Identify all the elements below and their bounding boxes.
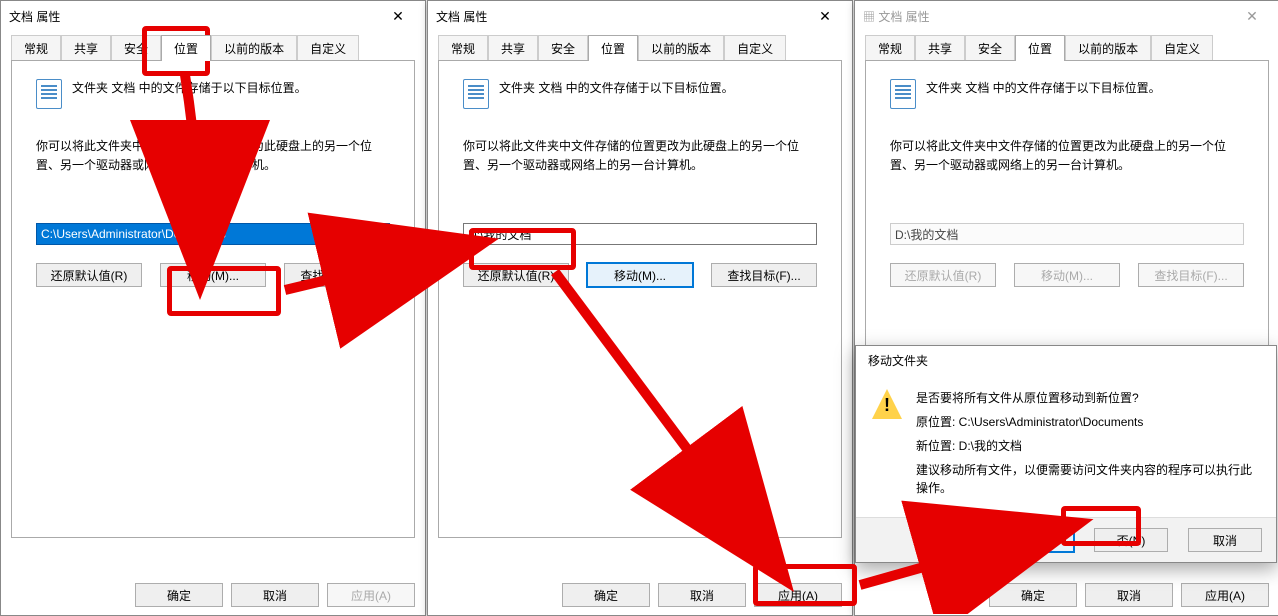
properties-dialog-2: 文档 属性 ✕ 常规 共享 安全 位置 以前的版本 自定义 文件夹 文档 中的文… [427,0,853,616]
tab-custom[interactable]: 自定义 [1151,35,1213,61]
restore-button[interactable]: 还原默认值(R) [36,263,142,287]
close-icon[interactable]: ✕ [1233,8,1271,25]
titlebar: ▦ 文档 属性 ✕ [855,1,1278,31]
new-location: 新位置: D:\我的文档 [916,437,1260,455]
restore-button: 还原默认值(R) [890,263,996,287]
confirm-question: 是否要将所有文件从原位置移动到新位置? [916,389,1260,407]
tabs: 常规 共享 安全 位置 以前的版本 自定义 [11,35,415,61]
find-target-button: 查找目标(F)... [1138,263,1244,287]
dialog-title: 文档 属性 [436,8,487,25]
dialog-title: ▦ 文档 属性 [863,8,930,25]
info-text-2: 你可以将此文件夹中文件存储的位置更改为此硬盘上的另一个位置、另一个驱动器或网络上… [463,137,817,175]
find-target-button[interactable]: 查找目标(F)... [284,263,390,287]
confirm-bar: 是(Y) 否(N) 取消 [856,517,1276,562]
tabs: 常规 共享 安全 位置 以前的版本 自定义 [865,35,1269,61]
bottom-bar: 确定 取消 应用(A) [552,575,852,615]
cancel-button[interactable]: 取消 [1085,583,1173,607]
tab-security[interactable]: 安全 [538,35,588,61]
close-icon[interactable]: ✕ [379,8,417,25]
find-target-button[interactable]: 查找目标(F)... [711,263,817,287]
cancel-button[interactable]: 取消 [658,583,746,607]
warning-icon [872,389,902,419]
document-icon [36,79,62,109]
titlebar: 文档 属性 ✕ [428,1,852,31]
info-text-1: 文件夹 文档 中的文件存储于以下目标位置。 [926,79,1161,98]
move-button[interactable]: 移动(M)... [587,263,693,287]
tab-previous[interactable]: 以前的版本 [1065,35,1151,61]
tab-general[interactable]: 常规 [11,35,61,61]
tabs: 常规 共享 安全 位置 以前的版本 自定义 [438,35,842,61]
yes-button[interactable]: 是(Y) [1000,528,1074,552]
ok-button[interactable]: 确定 [562,583,650,607]
tab-share[interactable]: 共享 [915,35,965,61]
document-icon [890,79,916,109]
tab-share[interactable]: 共享 [488,35,538,61]
tab-general[interactable]: 常规 [865,35,915,61]
move-confirm-dialog: 移动文件夹 是否要将所有文件从原位置移动到新位置? 原位置: C:\Users\… [855,345,1277,563]
tab-custom[interactable]: 自定义 [297,35,359,61]
ok-button[interactable]: 确定 [989,583,1077,607]
restore-button[interactable]: 还原默认值(R) [463,263,569,287]
button-row: 还原默认值(R) 移动(M)... 查找目标(F)... [890,263,1244,287]
document-icon [463,79,489,109]
move-button[interactable]: 移动(M)... [160,263,266,287]
tab-content: 文件夹 文档 中的文件存储于以下目标位置。 你可以将此文件夹中文件存储的位置更改… [11,60,415,538]
properties-dialog-1: 文档 属性 ✕ 常规 共享 安全 位置 以前的版本 自定义 文件夹 文档 中的文… [0,0,426,616]
tab-location[interactable]: 位置 [161,35,211,61]
apply-button[interactable]: 应用(A) [754,583,842,607]
tab-previous[interactable]: 以前的版本 [638,35,724,61]
confirm-cancel-button[interactable]: 取消 [1188,528,1262,552]
tab-general[interactable]: 常规 [438,35,488,61]
dialog-title: 文档 属性 [9,8,60,25]
button-row: 还原默认值(R) 移动(M)... 查找目标(F)... [36,263,390,287]
titlebar: 文档 属性 ✕ [1,1,425,31]
tab-security[interactable]: 安全 [111,35,161,61]
no-button[interactable]: 否(N) [1094,528,1168,552]
info-text-1: 文件夹 文档 中的文件存储于以下目标位置。 [499,79,734,98]
path-input[interactable] [463,223,817,245]
bottom-bar: 确定 取消 应用(A) [125,575,425,615]
info-text-2: 你可以将此文件夹中文件存储的位置更改为此硬盘上的另一个位置、另一个驱动器或网络上… [36,137,390,175]
button-row: 还原默认值(R) 移动(M)... 查找目标(F)... [463,263,817,287]
bottom-bar: 确定 取消 应用(A) [979,575,1278,615]
tab-location[interactable]: 位置 [1015,35,1065,61]
apply-button[interactable]: 应用(A) [327,583,415,607]
path-input[interactable] [36,223,390,245]
tab-location[interactable]: 位置 [588,35,638,61]
apply-button[interactable]: 应用(A) [1181,583,1269,607]
ok-button[interactable]: 确定 [135,583,223,607]
tab-custom[interactable]: 自定义 [724,35,786,61]
info-text-1: 文件夹 文档 中的文件存储于以下目标位置。 [72,79,307,98]
tab-security[interactable]: 安全 [965,35,1015,61]
tab-content: 文件夹 文档 中的文件存储于以下目标位置。 你可以将此文件夹中文件存储的位置更改… [438,60,842,538]
cancel-button[interactable]: 取消 [231,583,319,607]
path-input [890,223,1244,245]
confirm-text: 是否要将所有文件从原位置移动到新位置? 原位置: C:\Users\Admini… [916,389,1260,503]
confirm-title: 移动文件夹 [856,346,1276,375]
info-text-2: 你可以将此文件夹中文件存储的位置更改为此硬盘上的另一个位置、另一个驱动器或网络上… [890,137,1244,175]
old-location: 原位置: C:\Users\Administrator\Documents [916,413,1260,431]
tab-share[interactable]: 共享 [61,35,111,61]
confirm-advice: 建议移动所有文件，以便需要访问文件夹内容的程序可以执行此操作。 [916,461,1260,497]
tab-previous[interactable]: 以前的版本 [211,35,297,61]
move-button: 移动(M)... [1014,263,1120,287]
close-icon[interactable]: ✕ [806,8,844,25]
